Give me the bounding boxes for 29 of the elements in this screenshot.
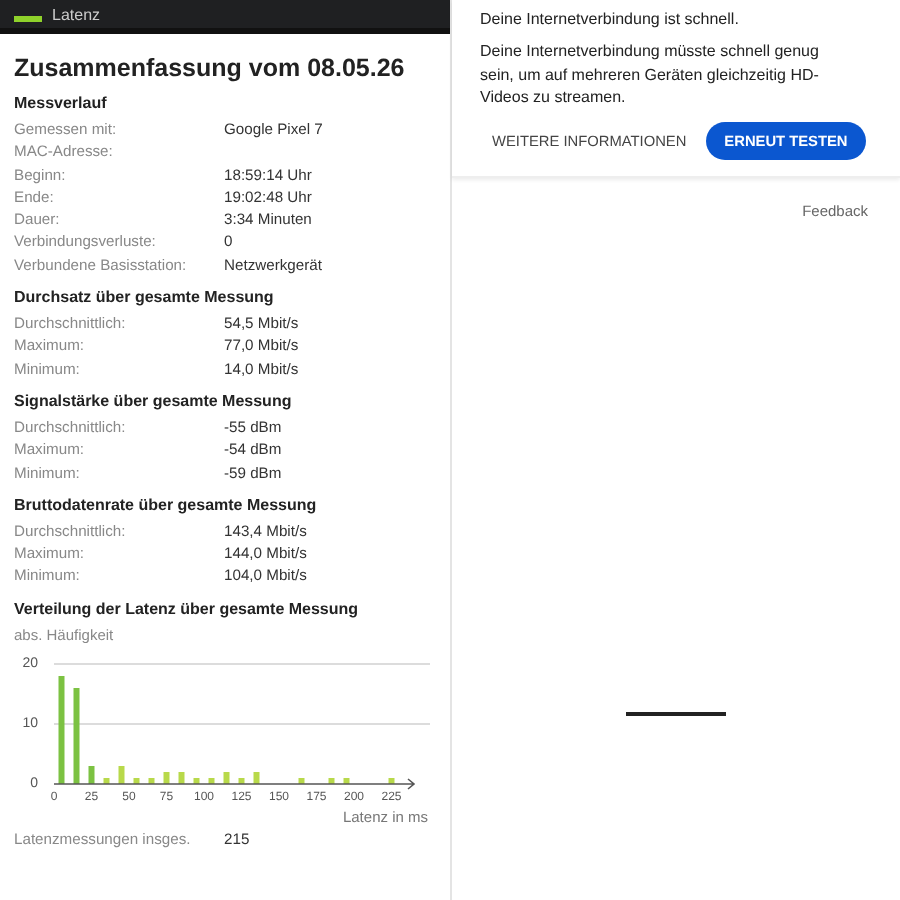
handle-bar: [626, 711, 726, 715]
histogram-bar: [193, 777, 200, 784]
histogram-bar: [73, 687, 80, 784]
section-heading: Signalstärke über gesamte Messung: [14, 391, 294, 410]
histogram-bar: [133, 777, 140, 784]
latency-bar-icon: [14, 15, 42, 21]
section-heading: Messverlauf: [14, 94, 109, 112]
histogram-bar: [58, 675, 65, 784]
histogram-bar: [163, 771, 170, 784]
histogram-bar: [103, 777, 110, 784]
detail-text: Deine Internetverbindung müsste schnell genug sein, um auf mehreren Geräten gleichzeitig HD-Videos zu streamen.: [480, 40, 820, 109]
header-title: Latenz: [52, 5, 101, 23]
histogram-bar: [88, 765, 95, 784]
histogram-bar: [148, 777, 155, 784]
histogram-bar: [343, 777, 350, 784]
histogram-bar: [208, 777, 215, 784]
histogram-bar: [298, 777, 305, 784]
histogram-bar: [238, 777, 245, 784]
histogram-bar: [178, 771, 185, 784]
histogram-bar: [388, 777, 395, 784]
histogram-bar: [223, 771, 230, 784]
section-heading: Bruttodatenrate über gesamte Messung: [14, 495, 319, 514]
histogram-bar: [328, 777, 335, 784]
histogram-bar: [253, 771, 260, 784]
section-heading: Durchsatz über gesamte Messung: [14, 288, 276, 307]
summary-title: Zusammenfassung vom 08.05.26: [14, 54, 407, 82]
section-heading: Verteilung der Latenz über gesamte Messung: [14, 599, 361, 618]
histogram-bar: [118, 765, 125, 784]
status-text: Deine Internetverbindung ist schnell.: [480, 10, 741, 28]
